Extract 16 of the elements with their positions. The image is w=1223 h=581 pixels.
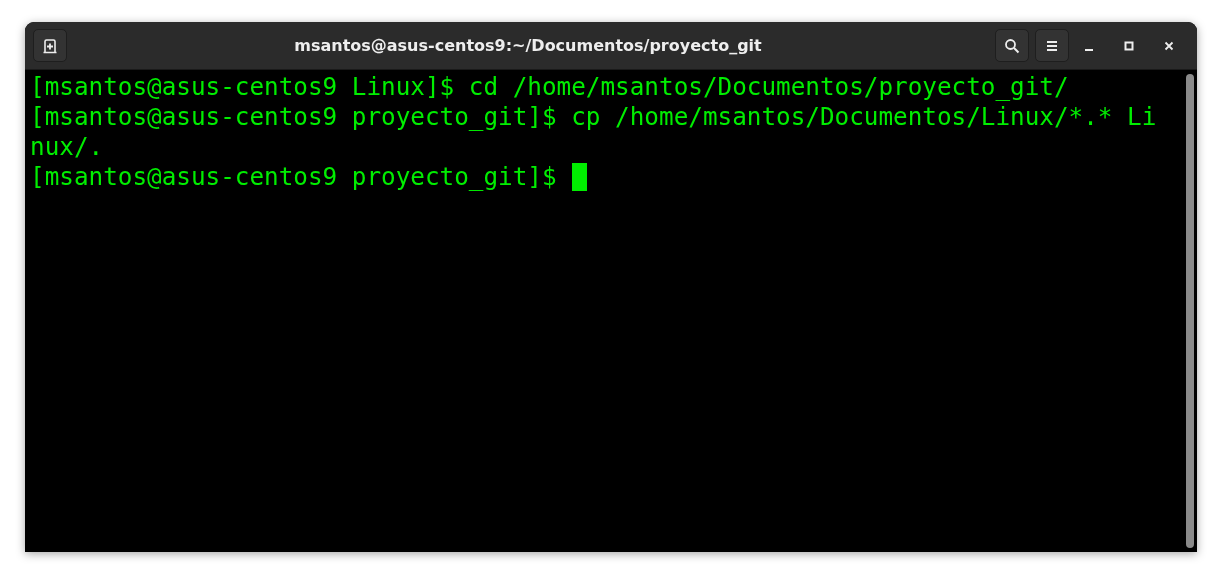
scrollbar-thumb[interactable] xyxy=(1186,74,1194,548)
terminal-line: [msantos@asus-centos9 Linux]$ cd /home/msantos/Documentos/proyecto_git/ xyxy=(30,72,1069,102)
minimize-icon xyxy=(1085,48,1093,51)
terminal-line: [msantos@asus-centos9 proyecto_git]$ cp /home/msantos/Documentos/Linux/*.* Li xyxy=(30,102,1157,132)
window-title: msantos@asus-centos9:~/Documentos/proyecto_git xyxy=(293,36,763,55)
menu-icon xyxy=(1045,39,1059,52)
new-tab-button[interactable] xyxy=(33,29,67,62)
menu-button[interactable] xyxy=(1035,29,1069,62)
maximize-icon xyxy=(1124,40,1134,51)
search-button[interactable] xyxy=(995,29,1029,62)
terminal-line: nux/. xyxy=(30,132,104,162)
terminal-area[interactable]: [msantos@asus-centos9 Linux]$ cd /home/msantos/Documentos/proyecto_git/ [msantos@asus-centos9 proyecto_git]$ cp /home/msantos/Documentos/Linux/*.* Li nux/. [msantos@asus-centos9 proyecto_git]$ xyxy=(25,70,1197,552)
new-tab-icon xyxy=(42,37,58,54)
search-icon xyxy=(1004,37,1020,54)
terminal-line: [msantos@asus-centos9 proyecto_git]$ xyxy=(30,162,557,192)
close-icon xyxy=(1164,40,1174,51)
